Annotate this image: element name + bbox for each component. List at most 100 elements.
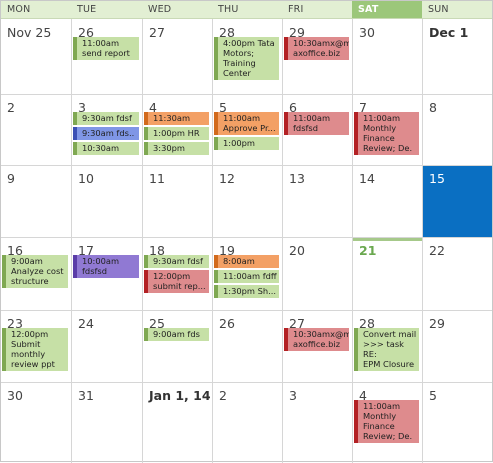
day-number: 30 <box>359 25 375 40</box>
calendar-event[interactable]: 11:00am Monthly Finance Review; De. <box>354 400 419 443</box>
day-cell[interactable]: 39:30am fdsf9:30am fds..10:30am Vi... <box>72 95 142 165</box>
month-calendar: MON TUE WED THU FRI SAT SUN Nov 25 26 11:00am se… <box>0 0 493 463</box>
day-cell[interactable]: 198:00am sub...11:00am fdff1:30pm Sh... <box>213 238 282 310</box>
day-cell[interactable]: 18 9:30am fdsf 12:00pm submit rep... <box>143 238 212 310</box>
calendar-event[interactable]: 12:00pm Submit monthly review ppt <box>2 328 68 371</box>
day-cell[interactable]: 7 11:00am Monthly Finance Review; De. <box>353 95 422 165</box>
day-cell[interactable]: 22 <box>423 238 492 310</box>
day-number: 21 <box>359 243 377 258</box>
calendar-event[interactable]: 3:30pm Effi... <box>144 142 209 155</box>
day-cell[interactable]: 15 <box>423 166 492 237</box>
day-cell[interactable]: 9 <box>1 166 71 237</box>
calendar-event[interactable]: 11:30am fd... <box>144 112 209 125</box>
day-number: 22 <box>429 243 445 258</box>
day-cell[interactable]: 27 <box>143 20 212 94</box>
day-cell[interactable]: 31 <box>72 383 142 462</box>
day-cell[interactable]: 30 <box>1 383 71 462</box>
day-cell[interactable]: 30 <box>353 20 422 94</box>
calendar-event[interactable]: 1:00pm fds... <box>214 137 279 150</box>
day-cell[interactable]: Dec 1 <box>423 20 492 94</box>
day-cell[interactable]: 5 <box>423 383 492 462</box>
day-cell[interactable]: 20 <box>283 238 352 310</box>
day-number: 3 <box>289 388 297 403</box>
day-cell[interactable]: Jan 1, 14 <box>143 383 212 462</box>
calendar-event[interactable]: 9:30am fdsf <box>144 255 209 268</box>
day-number: 15 <box>429 171 445 186</box>
calendar-event[interactable]: 11:00am Approve Pr... <box>214 112 279 135</box>
weekday-header-fri: FRI <box>288 4 304 15</box>
calendar-event[interactable]: 10:30am Vi... <box>73 142 139 155</box>
day-cell[interactable]: 13 <box>283 166 352 237</box>
day-cell[interactable]: 284:00pm Tata Motors; Training Center Au… <box>213 20 282 94</box>
weekday-header-wed: WED <box>148 4 172 15</box>
day-number: 13 <box>289 171 305 186</box>
day-cell[interactable]: 4 11:00am Monthly Finance Review; De. <box>353 383 422 462</box>
calendar-event[interactable]: 9:30am fdsf <box>73 112 139 125</box>
weekday-header-sun: SUN <box>428 4 449 15</box>
calendar-event[interactable]: 12:00pm submit rep... <box>144 270 209 293</box>
day-cell[interactable]: 2 <box>1 95 71 165</box>
day-number: 30 <box>7 388 23 403</box>
day-number: 11 <box>149 171 165 186</box>
weekday-header: MON TUE WED THU FRI SAT SUN <box>1 1 492 19</box>
day-cell[interactable]: 21 <box>353 238 422 310</box>
day-cell[interactable]: 511:00am Approve Pr...1:00pm fds... <box>213 95 282 165</box>
day-number: 8 <box>429 100 437 115</box>
day-cell[interactable]: 25 9:00am fds <box>143 311 212 382</box>
day-cell[interactable]: 12 <box>213 166 282 237</box>
day-cell[interactable]: 29 10:30amx@m axoffice.biz <box>283 20 352 94</box>
weekday-header-thu: THU <box>218 4 239 15</box>
day-number: 20 <box>289 243 305 258</box>
day-cell[interactable]: 27 10:30amx@m axoffice.biz <box>283 311 352 382</box>
day-cell[interactable]: Nov 25 <box>1 20 71 94</box>
calendar-event[interactable]: 11:00am Monthly Finance Review; De. <box>354 112 419 155</box>
day-number: Dec 1 <box>429 25 469 40</box>
day-cell[interactable]: 24 <box>72 311 142 382</box>
day-cell[interactable]: 17 10:00am fdsfsd <box>72 238 142 310</box>
day-number: 24 <box>78 316 94 331</box>
day-number: 5 <box>429 388 437 403</box>
calendar-event[interactable]: 8:00am sub... <box>214 255 279 268</box>
calendar-event[interactable]: 9:00am fds <box>144 328 209 341</box>
calendar-event[interactable]: 11:00am fdsfsd <box>284 112 349 135</box>
day-number: 2 <box>7 100 15 115</box>
day-number: 26 <box>219 316 235 331</box>
weekday-header-mon: MON <box>7 4 31 15</box>
day-number: 14 <box>359 171 375 186</box>
calendar-event[interactable]: 10:00am fdsfsd <box>73 255 139 278</box>
day-number: Nov 25 <box>7 25 52 40</box>
day-number: 12 <box>219 171 235 186</box>
day-number: 31 <box>78 388 94 403</box>
day-cell[interactable]: 23 12:00pm Submit monthly review ppt <box>1 311 71 382</box>
day-number: 10 <box>78 171 94 186</box>
calendar-event[interactable]: 10:30amx@m axoffice.biz <box>284 328 349 351</box>
day-number: 29 <box>429 316 445 331</box>
calendar-event[interactable]: 10:30amx@m axoffice.biz <box>284 37 349 60</box>
calendar-event[interactable]: 1:30pm Sh... <box>214 285 279 298</box>
day-number: Jan 1, 14 <box>149 388 211 403</box>
day-cell[interactable]: 2 <box>213 383 282 462</box>
day-cell[interactable]: 26 <box>213 311 282 382</box>
day-cell[interactable]: 26 11:00am send report <box>72 20 142 94</box>
day-cell[interactable]: 29 <box>423 311 492 382</box>
calendar-event[interactable]: 4:00pm Tata Motors; Training Center Aud.… <box>214 37 279 80</box>
calendar-event[interactable]: Convert mail >>> task RE: EPM Closure an… <box>354 328 419 371</box>
calendar-event[interactable]: 11:00am send report <box>73 37 139 60</box>
day-cell[interactable]: 11 <box>143 166 212 237</box>
day-cell[interactable]: 14 <box>353 166 422 237</box>
calendar-event[interactable]: 9:00am Analyze cost structure <box>2 255 68 288</box>
day-cell[interactable]: 10 <box>72 166 142 237</box>
day-cell[interactable]: 16 9:00am Analyze cost structure <box>1 238 71 310</box>
day-cell[interactable]: 3 <box>283 383 352 462</box>
day-cell[interactable]: 6 11:00am fdsfsd <box>283 95 352 165</box>
calendar-event[interactable]: 9:30am fds.. <box>73 127 139 140</box>
day-cell[interactable]: 28 Convert mail >>> task RE: EPM Closure … <box>353 311 422 382</box>
calendar-event[interactable]: 1:00pm HR ... <box>144 127 209 140</box>
day-number: 27 <box>149 25 165 40</box>
calendar-event[interactable]: 11:00am fdff <box>214 270 279 283</box>
day-cell[interactable]: 411:30am fd...1:00pm HR ...3:30pm Effi..… <box>143 95 212 165</box>
day-number: 9 <box>7 171 15 186</box>
day-cell[interactable]: 8 <box>423 95 492 165</box>
weekday-header-tue: TUE <box>77 4 97 15</box>
day-number: 2 <box>219 388 227 403</box>
